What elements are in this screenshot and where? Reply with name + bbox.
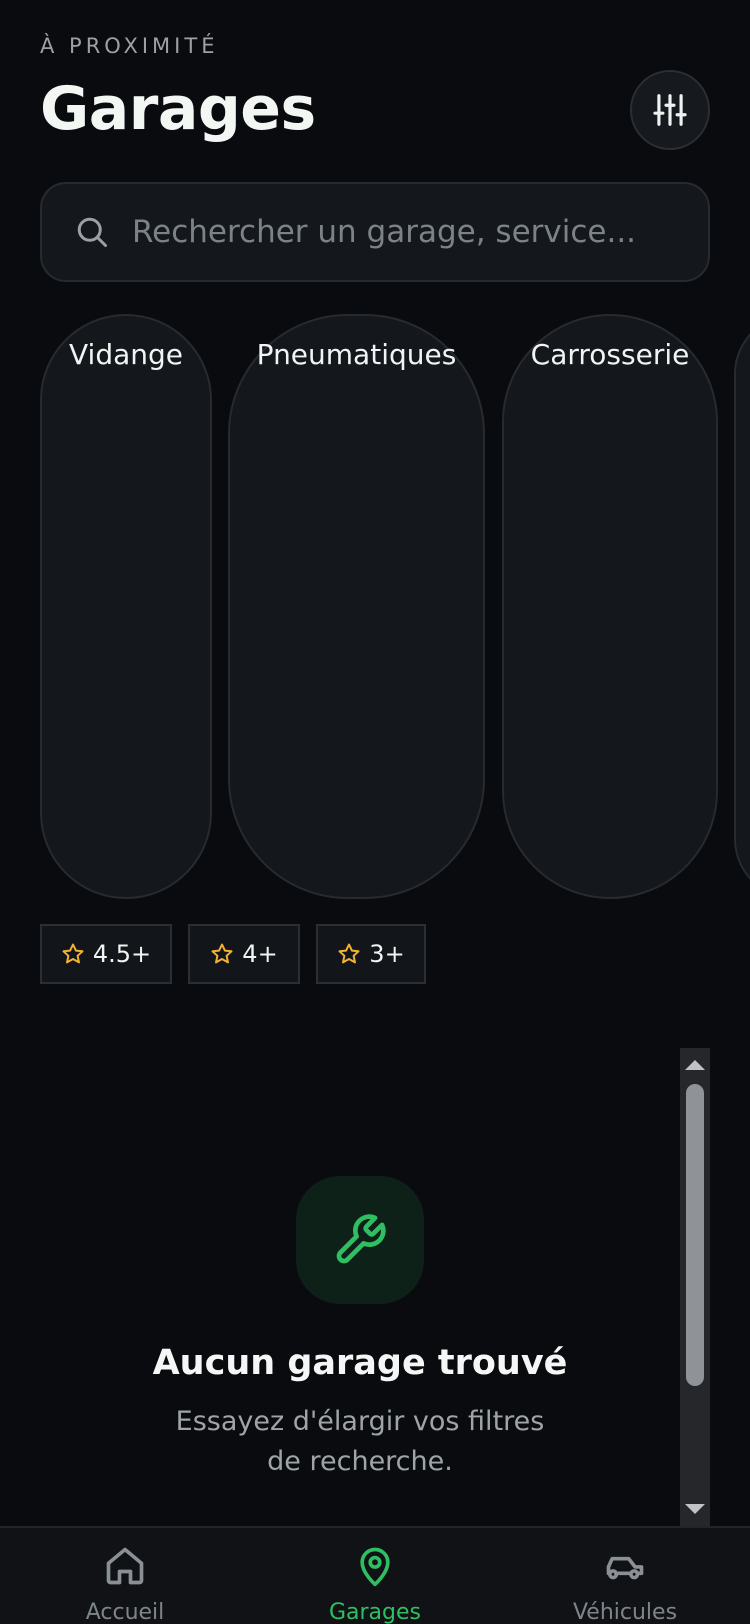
page-title: Garages — [40, 74, 316, 144]
home-icon — [106, 1547, 144, 1585]
empty-state-subtitle: Essayez d'élargir vos filtres de recherc… — [175, 1406, 545, 1477]
category-chip-label: Pneumatiques — [256, 338, 457, 371]
nav-item-garages[interactable]: Garages — [250, 1528, 500, 1624]
star-icon — [338, 943, 360, 964]
nav-label: Véhicules — [572, 1600, 678, 1624]
category-chip-pneumatiques[interactable]: Pneumatiques — [228, 314, 485, 899]
category-chip-vidange[interactable]: Vidange — [40, 314, 212, 899]
search-bar[interactable] — [40, 182, 710, 282]
filter-button[interactable] — [630, 70, 710, 150]
rating-filter-label: 4.5+ — [92, 940, 152, 968]
sliders-icon — [653, 94, 687, 126]
category-chip-more[interactable] — [734, 314, 750, 899]
nav-label: Garages — [328, 1600, 422, 1624]
results-scrollbar[interactable] — [680, 1048, 710, 1526]
category-chip-carrosserie[interactable]: Carrosserie — [502, 314, 718, 899]
search-input[interactable] — [132, 214, 692, 250]
star-icon — [62, 943, 84, 964]
category-chip-label: Vidange — [69, 338, 183, 371]
star-icon — [211, 943, 233, 964]
wrench-icon — [336, 1214, 386, 1264]
rating-filter-label: 4+ — [242, 940, 278, 968]
scroll-up-arrow[interactable] — [685, 1060, 705, 1070]
eyebrow-label: À PROXIMITÉ — [40, 34, 219, 58]
scroll-thumb[interactable] — [686, 1084, 704, 1386]
category-chips: Vidange Pneumatiques Carrosserie — [0, 314, 750, 900]
nav-item-vehicules[interactable]: Véhicules — [500, 1528, 750, 1624]
rating-filter-4-5[interactable]: 4.5+ — [40, 924, 172, 984]
nav-item-accueil[interactable]: Accueil — [0, 1528, 250, 1624]
scroll-down-arrow[interactable] — [685, 1504, 705, 1514]
rating-filter-4[interactable]: 4+ — [188, 924, 300, 984]
category-chip-label: Carrosserie — [530, 338, 690, 371]
bottom-nav: Accueil Garages Véhicules — [0, 1526, 750, 1624]
nav-label: Accueil — [85, 1600, 165, 1624]
rating-filter-label: 3+ — [369, 940, 405, 968]
search-icon — [77, 217, 107, 247]
rating-filter-3[interactable]: 3+ — [316, 924, 426, 984]
empty-state-icon-badge — [296, 1176, 424, 1304]
empty-state-title: Aucun garage trouvé — [152, 1343, 568, 1383]
car-icon — [606, 1556, 644, 1580]
map-pin-icon — [360, 1547, 390, 1587]
